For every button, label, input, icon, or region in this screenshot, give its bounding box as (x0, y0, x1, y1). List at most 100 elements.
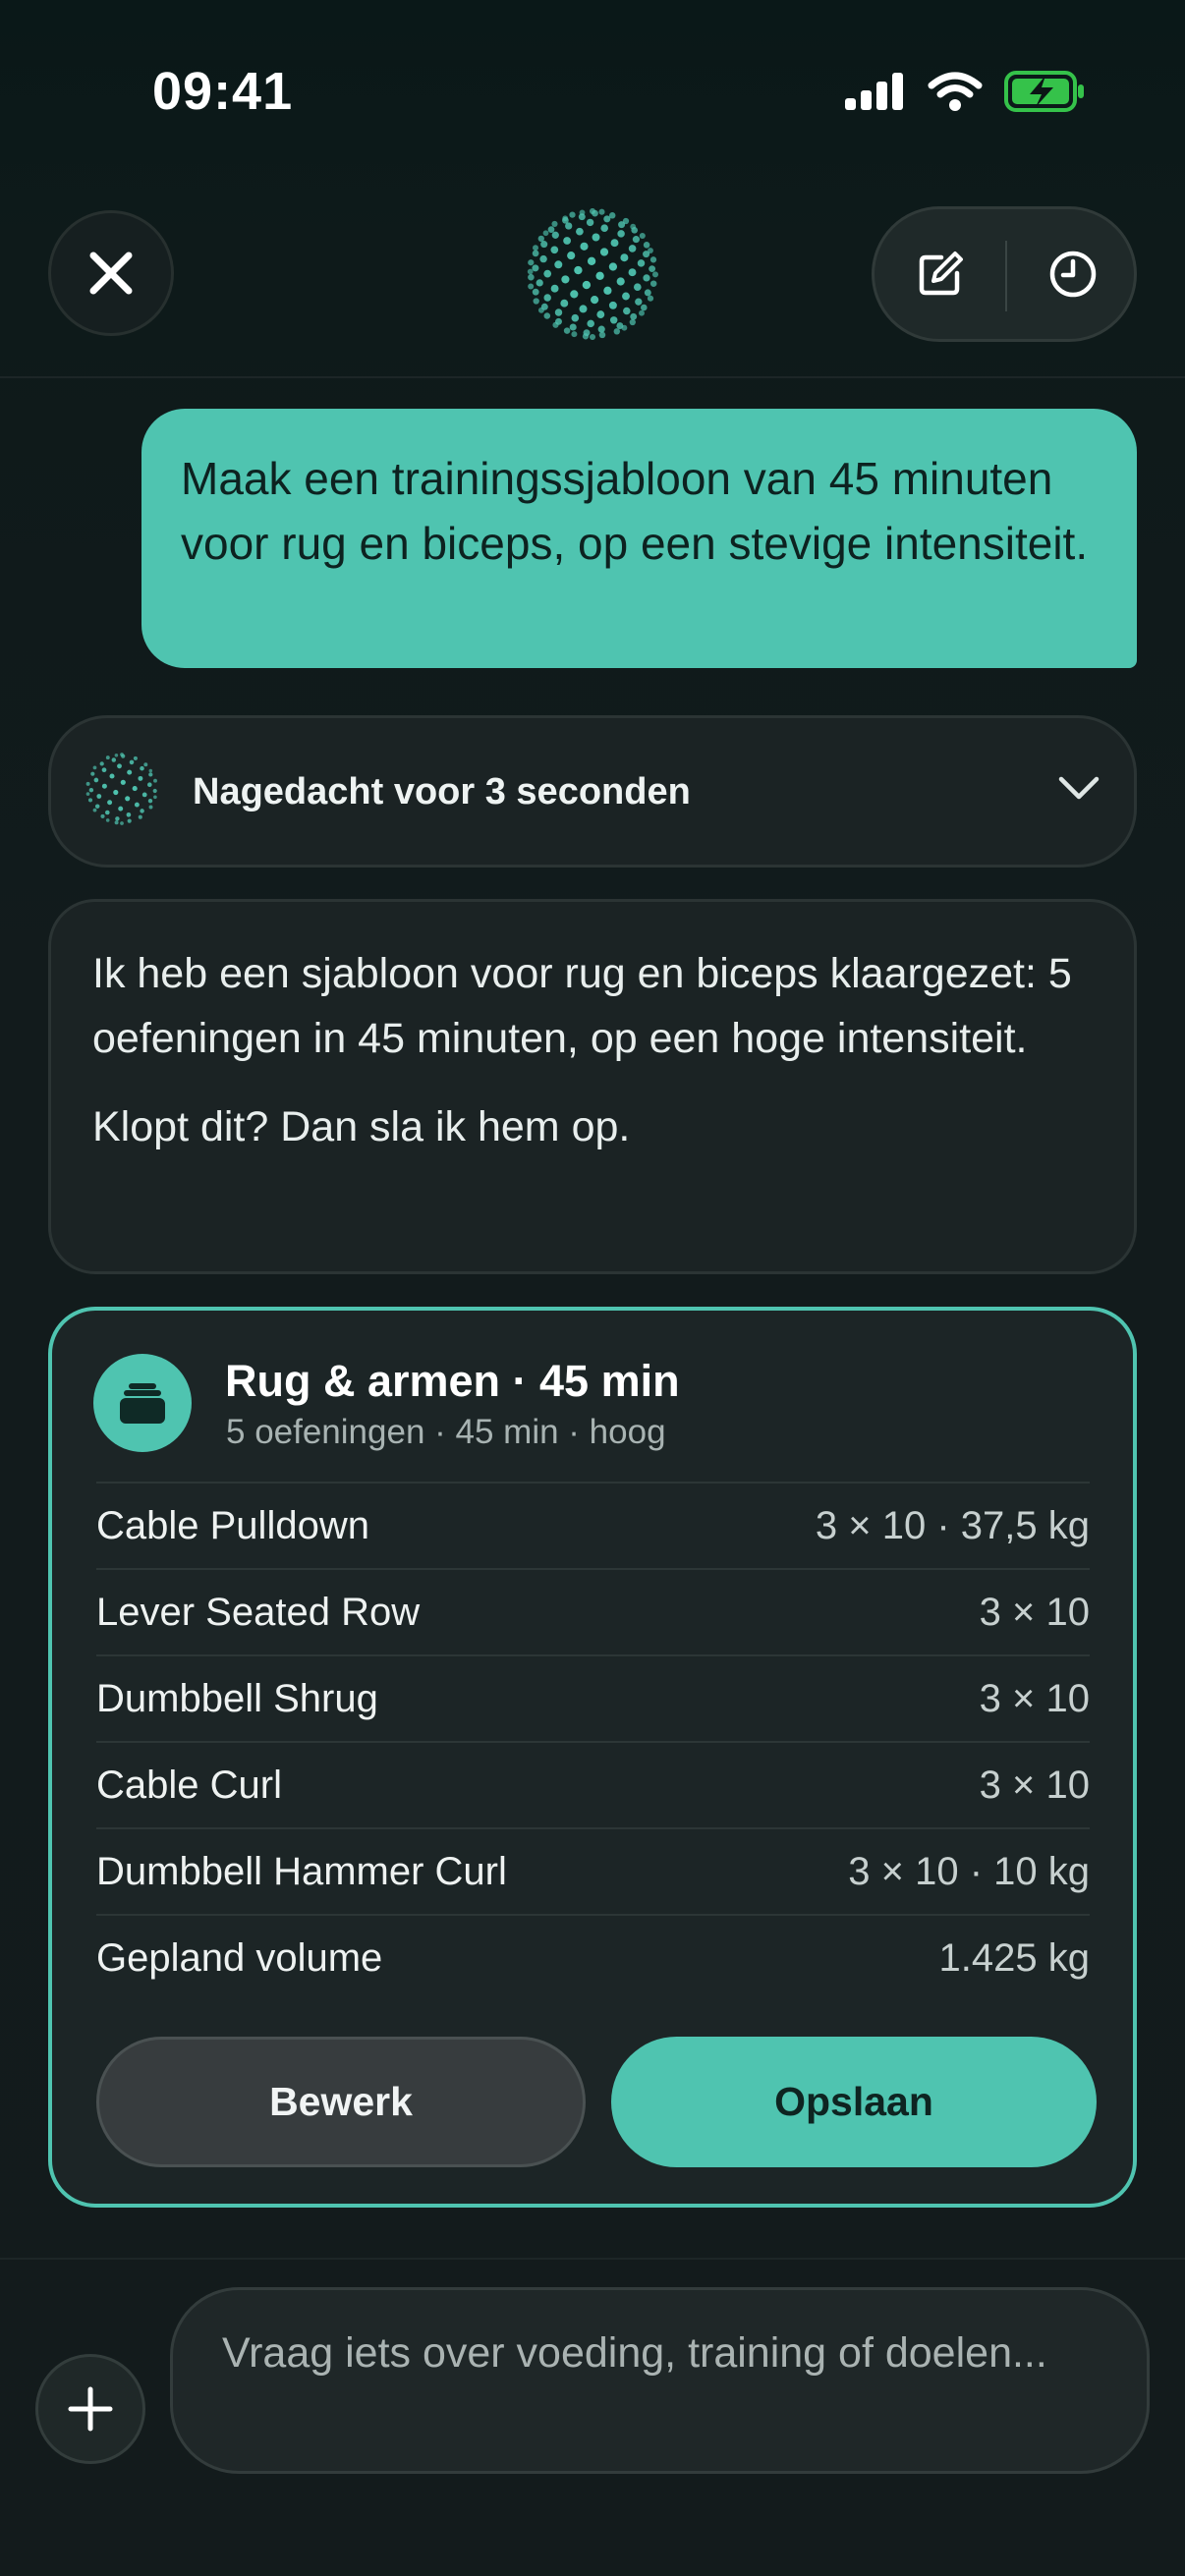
orb-dot (598, 208, 605, 215)
orb-dot (633, 283, 642, 292)
user-message-bubble: Maak een trainingssjabloon van 45 minute… (141, 409, 1137, 668)
orb-dot (117, 763, 122, 769)
orb-dot (563, 327, 571, 334)
orb-dot (550, 284, 559, 293)
orb-dot (608, 212, 616, 219)
cellular-signal-icon (845, 73, 903, 110)
orb-dot (610, 239, 619, 248)
planned-volume-label: Gepland volume (96, 1935, 383, 1980)
new-chat-button[interactable] (875, 209, 1005, 339)
thinking-summary-toggle[interactable]: Nagedacht voor 3 seconden (48, 715, 1137, 868)
orb-dot (92, 808, 97, 812)
orb-dot (152, 788, 157, 794)
header-divider (0, 376, 1185, 378)
orb-dot (540, 241, 548, 249)
orb-dot (643, 242, 650, 249)
template-icon-badge (93, 1354, 192, 1452)
orb-dot (649, 265, 656, 273)
orb-dot (632, 236, 640, 244)
orb-dot (153, 795, 157, 800)
orb-dot (569, 323, 577, 331)
orb-dot (591, 296, 599, 305)
orb-dot (551, 220, 558, 227)
orb-dot (132, 786, 138, 792)
orb-dot (608, 262, 618, 271)
exercise-name: Lever Seated Row (96, 1590, 421, 1634)
exercise-name: Cable Pulldown (96, 1503, 369, 1547)
exercise-sets: 3 × 10 (979, 1590, 1090, 1634)
orb-dot (543, 294, 551, 302)
exercise-row: Cable Curl 3 × 10 (96, 1741, 1090, 1827)
orb-dot (93, 777, 99, 783)
orb-dot (651, 271, 658, 278)
orb-dot (644, 289, 651, 297)
orb-dot (554, 308, 563, 316)
orb-dot (537, 235, 544, 243)
orb-dot (576, 227, 584, 236)
orb-dot (600, 224, 608, 232)
exercise-list: Cable Pulldown 3 × 10 · 37,5 kg Lever Se… (96, 1482, 1090, 2000)
orb-dot (617, 230, 625, 238)
close-icon (89, 252, 133, 295)
orb-dot (620, 253, 629, 262)
orb-dot (547, 226, 555, 233)
orb-dot (542, 230, 549, 237)
orb-dot (622, 217, 630, 225)
composer-divider (0, 2258, 1185, 2260)
orb-dot (111, 757, 117, 762)
orb-dot (543, 312, 551, 319)
assistant-message-question: Klopt dit? Dan sla ik hem op. (92, 1103, 631, 1150)
add-attachment-button[interactable] (35, 2354, 145, 2464)
orb-dot (539, 254, 547, 263)
orb-dot (99, 761, 104, 766)
orb-dot (527, 268, 534, 275)
orb-dot (115, 816, 120, 821)
orb-dot (113, 789, 119, 796)
orb-dot (532, 264, 539, 272)
orb-dot (630, 312, 638, 320)
orb-dot (579, 209, 586, 216)
compose-icon (919, 252, 963, 296)
orb-dot (587, 319, 594, 328)
orb-dot (622, 292, 630, 301)
orb-dot (147, 799, 153, 804)
orb-dot (603, 286, 612, 295)
exercise-sets: 3 × 10 (979, 1676, 1090, 1720)
orb-dot (639, 309, 645, 316)
exercise-name: Dumbbell Shrug (96, 1676, 378, 1720)
thinking-summary-label: Nagedacht voor 3 seconden (193, 771, 691, 812)
orb-dot (599, 248, 609, 256)
orb-dot (647, 295, 654, 302)
exercise-name: Cable Curl (96, 1763, 282, 1807)
orb-dot (583, 329, 591, 337)
orb-dot (570, 290, 579, 299)
orb-dot (148, 768, 153, 773)
edit-button[interactable]: Bewerk (96, 2037, 586, 2167)
orb-dot (147, 782, 152, 787)
orb-dot (528, 273, 535, 281)
exercise-row: Dumbbell Hammer Curl 3 × 10 · 10 kg (96, 1827, 1090, 1914)
orb-dot (597, 325, 605, 333)
orb-dot (133, 756, 138, 760)
orb-dot (104, 810, 110, 815)
orb-dot (579, 305, 588, 313)
orb-dot (555, 317, 562, 325)
history-button[interactable] (1007, 209, 1138, 339)
orb-dot (148, 772, 153, 777)
save-button[interactable]: Opslaan (611, 2037, 1097, 2167)
orb-dot (120, 753, 124, 756)
close-button[interactable] (48, 210, 174, 336)
battery-charging-icon (1004, 71, 1084, 112)
message-input[interactable]: Vraag iets over voeding, training of doe… (170, 2287, 1150, 2474)
orb-dot (586, 218, 594, 227)
orb-dot (114, 754, 119, 757)
orb-dot (134, 802, 140, 808)
exercise-row: Lever Seated Row 3 × 10 (96, 1568, 1090, 1654)
orb-dot (101, 783, 107, 789)
orb-dot (641, 304, 648, 311)
orb-dot (596, 310, 605, 319)
orb-dot (571, 313, 580, 322)
orb-dot (540, 303, 548, 310)
orb-dot (551, 231, 559, 239)
dotted-orb-logo (527, 208, 658, 340)
